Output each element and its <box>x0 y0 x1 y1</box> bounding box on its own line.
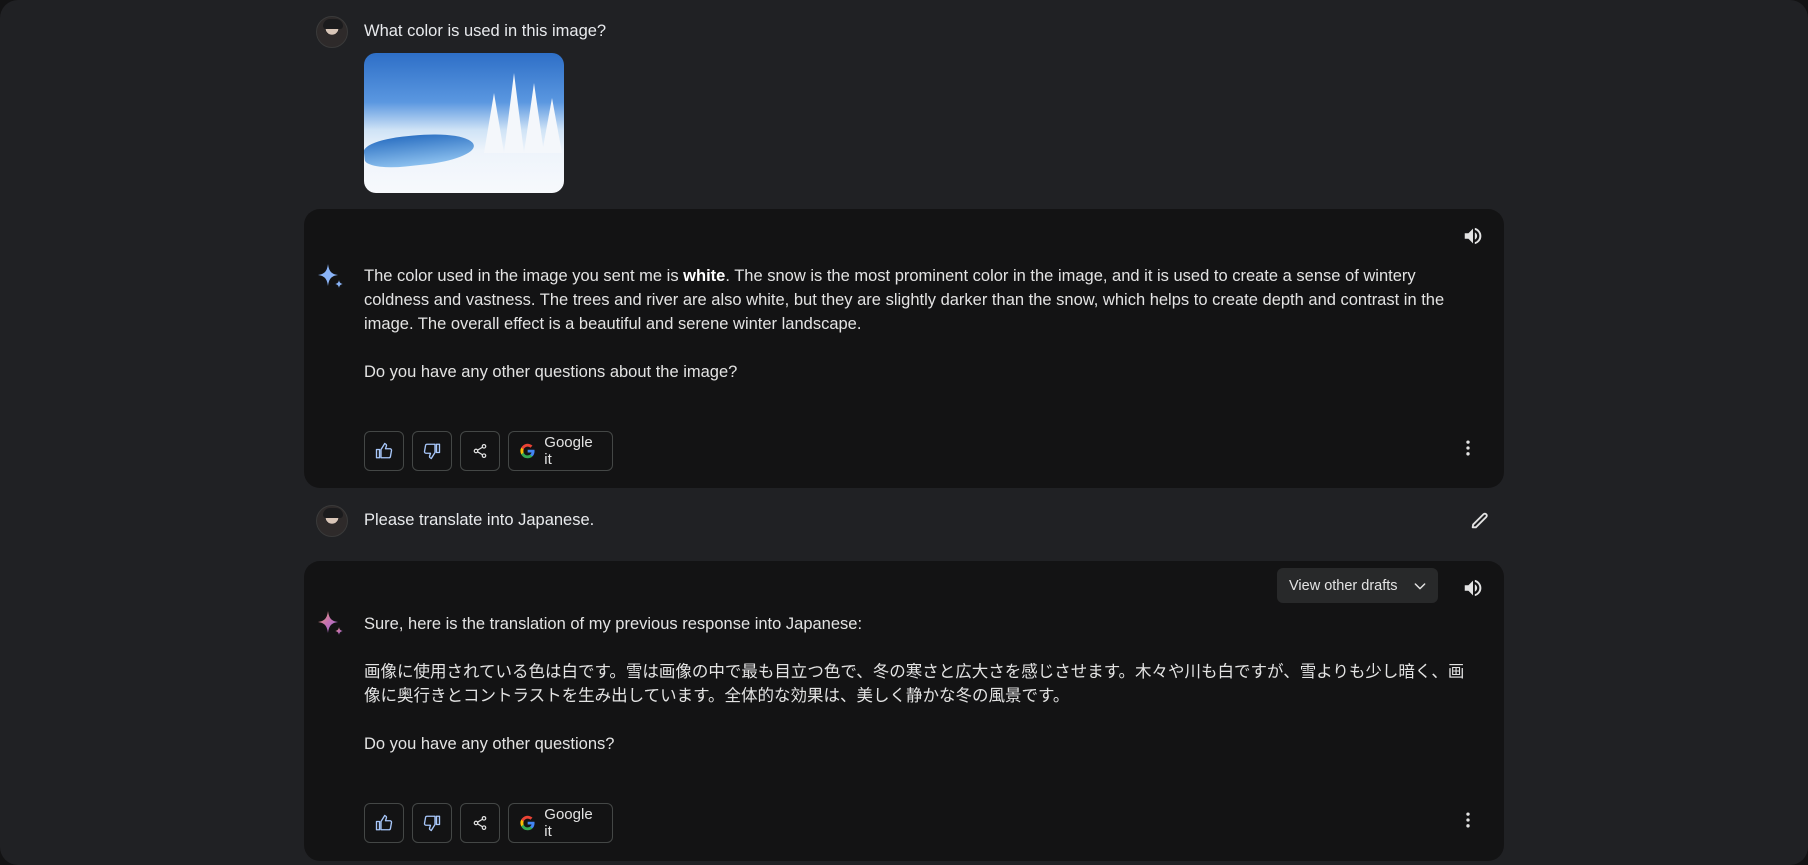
user-avatar <box>316 505 348 537</box>
image-tree <box>542 98 562 153</box>
share-icon <box>473 444 487 458</box>
response-1-paragraph-2: Do you have any other questions about th… <box>364 363 738 381</box>
user-prompt-1: What color is used in this image? <box>364 22 607 40</box>
thumbs-down-icon <box>423 443 441 460</box>
google-it-button[interactable]: Google it <box>508 803 613 843</box>
response-2-paragraph-3: Do you have any other questions? <box>364 735 615 753</box>
more-vert-icon <box>1466 440 1470 456</box>
thumbs-up-icon <box>375 442 393 459</box>
speaker-icon[interactable] <box>1459 222 1487 250</box>
thumbs-down-button[interactable] <box>412 803 452 843</box>
response-1-text: The color used in the image you sent me … <box>364 264 1454 408</box>
uploaded-image-thumbnail[interactable] <box>364 53 564 193</box>
thumbs-down-button[interactable] <box>412 431 452 471</box>
more-vert-icon <box>1466 812 1470 828</box>
speaker-icon[interactable] <box>1459 574 1487 602</box>
image-tree <box>524 83 544 153</box>
google-g-icon <box>520 815 535 831</box>
user-avatar <box>316 16 348 48</box>
image-river <box>364 129 476 171</box>
image-tree <box>504 73 524 153</box>
image-tree <box>484 93 504 153</box>
google-it-label: Google it <box>544 434 593 468</box>
response-2-paragraph-1: Sure, here is the translation of my prev… <box>364 615 863 633</box>
user-prompt-2: Please translate into Japanese. <box>364 511 595 529</box>
thumbs-up-button[interactable] <box>364 431 404 471</box>
more-options-button[interactable] <box>1454 806 1482 834</box>
chevron-down-icon <box>1414 582 1425 589</box>
response-2-paragraph-2: 画像に使用されている色は白です。雪は画像の中で最も目立つ色で、冬の寒さと広大さを… <box>364 663 1465 705</box>
gemini-sparkle-icon <box>318 611 343 635</box>
google-it-button[interactable]: Google it <box>508 431 613 471</box>
google-it-label: Google it <box>544 806 593 840</box>
response-2-text: Sure, here is the translation of my prev… <box>364 612 1474 780</box>
share-button[interactable] <box>460 803 500 843</box>
share-button[interactable] <box>460 431 500 471</box>
thumbs-down-icon <box>423 815 441 832</box>
chat-window: What color is used in this image? The co… <box>0 0 1808 865</box>
edit-prompt-button[interactable] <box>1466 506 1494 534</box>
view-other-drafts-button[interactable]: View other drafts <box>1277 568 1438 603</box>
thumbs-up-button[interactable] <box>364 803 404 843</box>
google-g-icon <box>520 443 535 459</box>
response-1-paragraph-1: The color used in the image you sent me … <box>364 267 1445 333</box>
edit-pencil-icon <box>1471 512 1488 529</box>
view-other-drafts-label: View other drafts <box>1289 577 1398 594</box>
thumbs-up-icon <box>375 814 393 831</box>
gemini-sparkle-icon <box>318 264 343 288</box>
more-options-button[interactable] <box>1454 434 1482 462</box>
share-icon <box>473 816 487 830</box>
